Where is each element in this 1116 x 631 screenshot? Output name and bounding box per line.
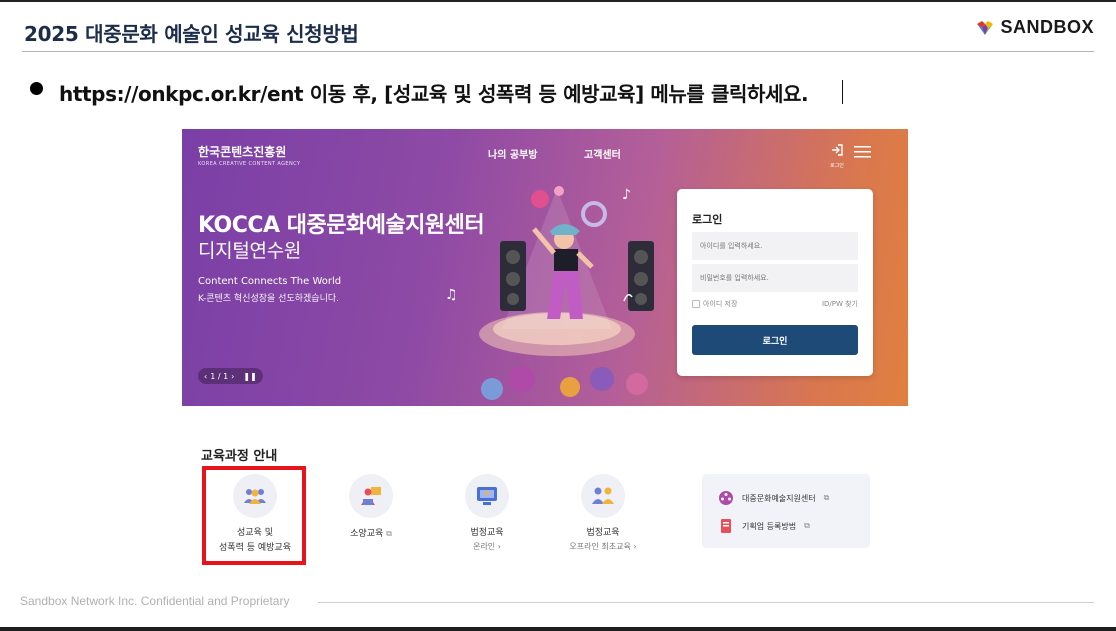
highlight-box — [202, 466, 306, 565]
pager-prev-icon[interactable]: ‹ — [204, 372, 207, 381]
text-caret — [842, 80, 843, 104]
login-icon-label: 로그인 — [830, 163, 844, 169]
brand-logo: SANDBOX — [975, 17, 1094, 38]
hero-subtitle: 디지털연수원 — [198, 240, 302, 262]
site-hero-banner: 한국콘텐츠진흥원 KOREA CREATIVE CONTENT AGENCY 나… — [182, 129, 908, 406]
external-link-icon: ⧉ — [386, 529, 392, 538]
password-input[interactable] — [692, 264, 858, 292]
film-reel-icon — [719, 491, 733, 505]
brand-name: SANDBOX — [1000, 17, 1094, 37]
footer-divider — [318, 602, 1094, 603]
course-label: 법정교육 — [431, 526, 543, 541]
side-links-panel: 대중문화예술지원센터 ⧉ 기획업 등록방법 ⧉ — [702, 474, 870, 548]
course-legal-offline[interactable]: 법정교육 오프라인 최초교육 › — [547, 474, 659, 553]
login-card: 로그인 아이디 저장 ID/PW 찾기 로그인 — [677, 189, 873, 376]
course-sub-text: 오프라인 최초교육 — [569, 542, 631, 551]
nav-my-study[interactable]: 나의 공부방 — [488, 146, 537, 161]
link-agency-registration[interactable]: 기획업 등록방법 ⧉ — [718, 518, 810, 534]
pager-pause-icon[interactable]: ❚❚ — [243, 372, 256, 381]
svg-text:♫: ♫ — [445, 287, 458, 303]
top-rule — [0, 0, 1116, 2]
login-button[interactable]: 로그인 — [692, 325, 858, 355]
external-link-icon: ⧉ — [804, 521, 810, 530]
person-board-icon — [349, 474, 393, 518]
site-logo[interactable]: 한국콘텐츠진흥원 KOREA CREATIVE CONTENT AGENCY — [198, 143, 300, 167]
site-logo-sub: KOREA CREATIVE CONTENT AGENCY — [198, 161, 301, 167]
bottom-rule — [0, 627, 1116, 631]
bullet-icon — [30, 82, 43, 95]
document-icon — [721, 519, 731, 533]
side-link-label: 대중문화예술지원센터 — [742, 493, 816, 503]
svg-text:♪: ♪ — [622, 187, 631, 203]
hero-tagline: Content Connects The World — [198, 276, 342, 287]
checkbox-icon[interactable] — [692, 300, 700, 308]
monitor-icon — [465, 474, 509, 518]
title-divider — [22, 51, 1094, 52]
slide-title: 2025 대중문화 예술인 성교육 신청방법 — [24, 22, 359, 46]
nav-customer-center[interactable]: 고객센터 — [584, 146, 621, 161]
course-sublabel: 오프라인 최초교육 › — [547, 541, 659, 553]
instruction-text: https://onkpc.or.kr/ent 이동 후, [성교육 및 성폭력… — [59, 82, 809, 106]
course-guide-heading: 교육과정 안내 — [201, 449, 278, 464]
hero-description: K-콘텐츠 혁신성장을 선도하겠습니다. — [198, 294, 339, 304]
footer-confidential: Sandbox Network Inc. Confidential and Pr… — [20, 594, 290, 608]
chevron-right-icon: › — [497, 542, 501, 551]
course-label-line1: 소양교육 — [350, 529, 384, 539]
performer-illustration: ♪ ♫ — [445, 186, 654, 400]
pager-count: 1 / 1 — [210, 371, 229, 381]
login-options: 아이디 저장 ID/PW 찾기 — [692, 299, 858, 309]
course-sublabel: 온라인 › — [431, 541, 543, 553]
remember-id-label: 아이디 저장 — [703, 300, 738, 308]
course-legal-online[interactable]: 법정교육 온라인 › — [431, 474, 543, 553]
site-logo-main: 한국콘텐츠진흥원 — [198, 145, 287, 159]
login-link[interactable]: 로그인 — [827, 142, 847, 169]
course-label-line1: 법정교육 — [586, 528, 620, 538]
course-label: 법정교육 — [547, 526, 659, 541]
two-people-icon — [581, 474, 625, 518]
pager-next-icon[interactable]: › — [231, 372, 234, 381]
course-label: 소양교육 ⧉ — [315, 526, 427, 542]
banner-pager[interactable]: ‹ 1 / 1 › ❚❚ — [198, 368, 263, 384]
course-sub-text: 온라인 — [473, 542, 496, 551]
user-id-input[interactable] — [692, 232, 858, 260]
login-icon — [832, 144, 843, 156]
find-id-pw-link[interactable]: ID/PW 찾기 — [822, 299, 858, 309]
external-link-icon: ⧉ — [823, 493, 830, 502]
login-card-title: 로그인 — [692, 213, 723, 226]
link-pop-culture-center[interactable]: 대중문화예술지원센터 ⧉ — [718, 490, 829, 506]
sandbox-logo-icon — [977, 20, 994, 35]
side-link-label: 기획업 등록방법 — [742, 521, 797, 531]
course-liberal-education[interactable]: 소양교육 ⧉ — [315, 474, 427, 542]
remember-id-checkbox[interactable]: 아이디 저장 — [692, 299, 737, 309]
hamburger-menu-icon[interactable] — [854, 145, 872, 159]
chevron-right-icon: › — [633, 542, 637, 551]
course-label-line1: 법정교육 — [470, 528, 504, 538]
